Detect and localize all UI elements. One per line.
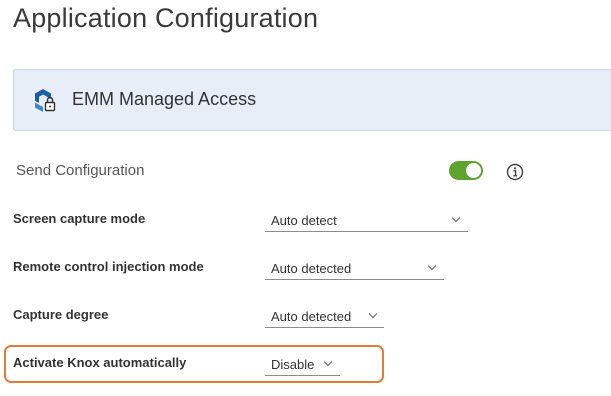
capture-degree-value: Auto detected — [271, 309, 352, 324]
remote-control-injection-mode-select[interactable]: Auto detected — [265, 258, 444, 280]
remote-control-injection-mode-label: Remote control injection mode — [13, 259, 204, 274]
banner-title: EMM Managed Access — [72, 89, 257, 109]
activate-knox-automatically-value: Disable — [271, 357, 315, 372]
capture-degree-select[interactable]: Auto detected — [265, 306, 384, 328]
send-configuration-label: Send Configuration — [16, 162, 145, 179]
emm-managed-access-icon — [35, 89, 56, 112]
screen-capture-mode-select[interactable]: Auto detect — [265, 210, 468, 232]
chevron-down-icon — [368, 313, 378, 319]
capture-degree-label: Capture degree — [13, 307, 109, 322]
info-icon[interactable] — [506, 163, 524, 181]
page-title: Application Configuration — [13, 3, 319, 33]
activate-knox-automatically-select[interactable]: Disable — [265, 354, 340, 376]
chevron-down-icon — [451, 217, 461, 223]
send-configuration-toggle[interactable] — [449, 161, 483, 180]
toggle-knob — [466, 163, 481, 178]
remote-control-injection-mode-value: Auto detected — [271, 261, 352, 276]
screen-capture-mode-label: Screen capture mode — [13, 211, 146, 226]
chevron-down-icon — [427, 265, 437, 271]
activate-knox-automatically-label: Activate Knox automatically — [13, 355, 187, 370]
screen-capture-mode-value: Auto detect — [271, 213, 337, 228]
chevron-down-icon — [323, 361, 333, 367]
emm-managed-access-banner: EMM Managed Access — [13, 69, 611, 131]
